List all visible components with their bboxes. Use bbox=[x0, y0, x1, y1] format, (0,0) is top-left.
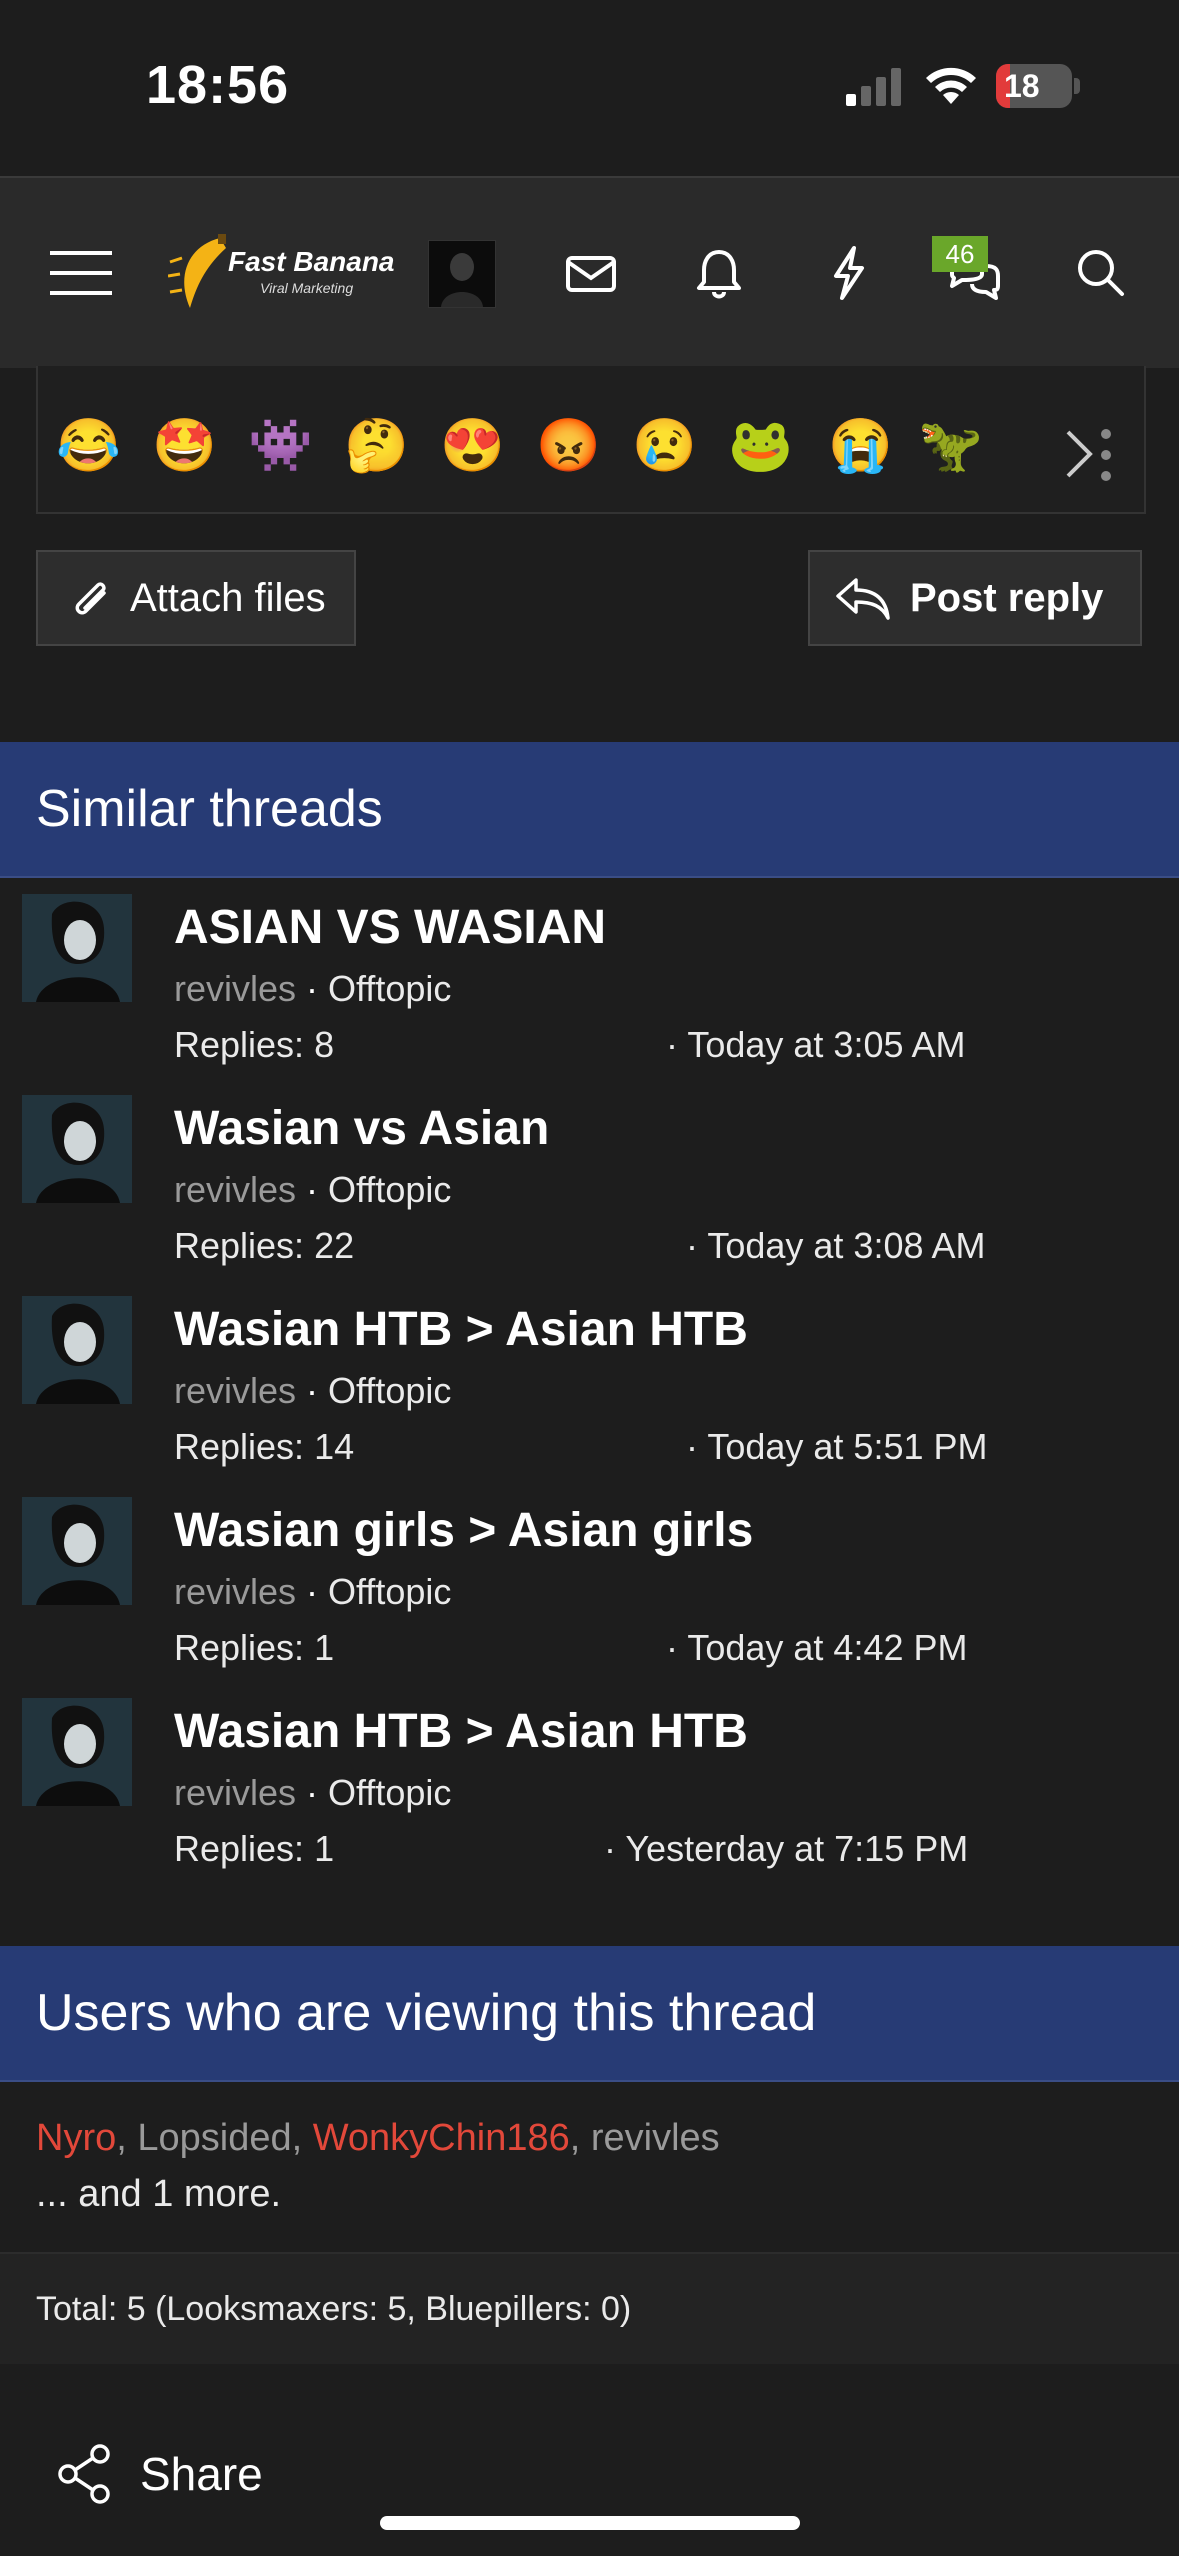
thread-meta: revivles · Offtopic bbox=[174, 1571, 452, 1612]
viewers-total-bar: Total: 5 (Looksmaxers: 5, Bluepillers: 0… bbox=[0, 2254, 1179, 2364]
paperclip-icon bbox=[75, 582, 106, 615]
chevron-right-icon[interactable] bbox=[1058, 426, 1098, 482]
inbox-icon[interactable] bbox=[556, 238, 626, 308]
thread-row[interactable]: Wasian HTB > Asian HTB revivles · Offtop… bbox=[0, 1684, 1179, 1884]
reply-arrow-icon bbox=[836, 578, 890, 620]
thread-title[interactable]: Wasian vs Asian bbox=[174, 1101, 549, 1156]
post-reply-label: Post reply bbox=[910, 575, 1104, 620]
emoji-monster[interactable]: 🦖 bbox=[918, 414, 983, 478]
viewing-users-line: Nyro, Lopsided, WonkyChin186, revivles bbox=[36, 2117, 720, 2159]
thread-date: · Yesterday at 7:15 PM bbox=[604, 1828, 969, 1869]
thread-date: · Today at 5:51 PM bbox=[686, 1426, 988, 1467]
thread-row[interactable]: Wasian girls > Asian girls revivles · Of… bbox=[0, 1483, 1179, 1683]
emoji-heart-eyes[interactable]: 😍 bbox=[440, 414, 505, 478]
thread-author-avatar[interactable] bbox=[22, 894, 132, 1002]
thread-author-avatar[interactable] bbox=[22, 1698, 132, 1806]
emoji-wojak[interactable]: 😭 bbox=[828, 414, 893, 478]
thread-date: · Today at 3:05 AM bbox=[666, 1024, 966, 1065]
emoji-pepe[interactable]: 🐸 bbox=[728, 414, 793, 478]
more-vertical-icon[interactable] bbox=[1100, 428, 1112, 482]
thread-title[interactable]: Wasian HTB > Asian HTB bbox=[174, 1704, 748, 1759]
post-reply-button[interactable]: Post reply bbox=[808, 550, 1142, 646]
share-button[interactable]: Share bbox=[56, 2444, 263, 2504]
thread-date: · Today at 3:08 AM bbox=[686, 1225, 986, 1266]
share-label: Share bbox=[140, 2448, 263, 2500]
thread-replies: Replies: 8 bbox=[174, 1024, 335, 1065]
user-avatar[interactable] bbox=[428, 240, 496, 308]
thread-replies: Replies: 1 bbox=[174, 1828, 335, 1869]
thread-forum[interactable]: Offtopic bbox=[328, 1370, 451, 1411]
thread-replies: Replies: 14 bbox=[174, 1426, 355, 1467]
viewer-username[interactable]: Lopsided bbox=[137, 2117, 291, 2159]
attach-files-button[interactable]: Attach files bbox=[36, 550, 356, 646]
thread-author-avatar[interactable] bbox=[22, 1497, 132, 1605]
thread-forum[interactable]: Offtopic bbox=[328, 1571, 451, 1612]
search-icon[interactable] bbox=[1066, 238, 1136, 308]
thread-row[interactable]: ASIAN VS WASIAN revivles · Offtopic Repl… bbox=[0, 880, 1179, 1080]
menu-icon[interactable] bbox=[46, 238, 116, 308]
thread-author[interactable]: revivles bbox=[174, 968, 296, 1009]
thread-title[interactable]: Wasian HTB > Asian HTB bbox=[174, 1302, 748, 1357]
thread-row[interactable]: Wasian vs Asian revivles · Offtopic Repl… bbox=[0, 1081, 1179, 1281]
thread-forum[interactable]: Offtopic bbox=[328, 1169, 451, 1210]
wifi-icon bbox=[926, 67, 976, 104]
emoji-rage[interactable]: 😡 bbox=[536, 414, 601, 478]
chats-count-badge[interactable]: 46 bbox=[932, 236, 988, 272]
thread-meta: revivles · Offtopic bbox=[174, 1370, 452, 1411]
thread-replies: Replies: 1 bbox=[174, 1627, 335, 1668]
viewer-username[interactable]: Nyro bbox=[36, 2117, 116, 2159]
thread-author-avatar[interactable] bbox=[22, 1296, 132, 1404]
thread-row[interactable]: Wasian HTB > Asian HTB revivles · Offtop… bbox=[0, 1282, 1179, 1482]
thread-author[interactable]: revivles bbox=[174, 1772, 296, 1813]
thread-title[interactable]: Wasian girls > Asian girls bbox=[174, 1503, 753, 1558]
status-time: 18:56 bbox=[146, 55, 290, 115]
thread-forum[interactable]: Offtopic bbox=[328, 968, 451, 1009]
battery-level: 18 bbox=[1004, 68, 1040, 104]
forum-navbar: Fast Banana Viral Marketing 46 bbox=[0, 176, 1179, 368]
users-viewing-heading: Users who are viewing this thread bbox=[0, 1946, 1179, 2082]
thread-meta: revivles · Offtopic bbox=[174, 1169, 452, 1210]
emoji-purple-blob[interactable]: 👾 bbox=[248, 414, 313, 478]
home-indicator[interactable] bbox=[380, 2516, 800, 2530]
similar-threads-heading: Similar threads bbox=[0, 742, 1179, 878]
thread-forum[interactable]: Offtopic bbox=[328, 1772, 451, 1813]
viewing-users-list: Nyro, Lopsided, WonkyChin186, revivles .… bbox=[36, 2110, 720, 2222]
thread-meta: revivles · Offtopic bbox=[174, 968, 452, 1009]
status-bar: 18:56 18 bbox=[0, 0, 1179, 176]
thread-date: · Today at 4:42 PM bbox=[666, 1627, 968, 1668]
logo-title: Fast Banana bbox=[228, 246, 395, 277]
thread-author[interactable]: revivles bbox=[174, 1370, 296, 1411]
site-logo[interactable]: Fast Banana Viral Marketing bbox=[167, 228, 398, 318]
thread-author[interactable]: revivles bbox=[174, 1571, 296, 1612]
thread-title[interactable]: ASIAN VS WASIAN bbox=[174, 900, 606, 955]
thread-meta: revivles · Offtopic bbox=[174, 1772, 452, 1813]
whats-new-bolt-icon[interactable] bbox=[814, 238, 884, 308]
share-icon bbox=[58, 2444, 110, 2504]
battery-indicator: 18 bbox=[996, 64, 1080, 108]
emoji-picker-bar: 😂 🤩 👾 🤔 😍 😡 😢 🐸 😭 🦖 bbox=[36, 366, 1146, 514]
viewer-username[interactable]: WonkyChin186 bbox=[313, 2117, 570, 2159]
thread-author[interactable]: revivles bbox=[174, 1169, 296, 1210]
emoji-cry[interactable]: 😢 bbox=[632, 414, 697, 478]
emoji-thinking[interactable]: 🤔 bbox=[344, 414, 409, 478]
thread-author-avatar[interactable] bbox=[22, 1095, 132, 1203]
emoji-joy[interactable]: 😂 bbox=[56, 414, 121, 478]
viewers-total: Total: 5 (Looksmaxers: 5, Bluepillers: 0… bbox=[36, 2290, 632, 2328]
cellular-signal-icon bbox=[846, 68, 901, 106]
viewer-username[interactable]: revivles bbox=[591, 2117, 720, 2159]
viewers-more-text: ... and 1 more. bbox=[36, 2173, 282, 2215]
attach-files-label: Attach files bbox=[130, 575, 326, 620]
logo-subtitle: Viral Marketing bbox=[260, 280, 354, 296]
notifications-bell-icon[interactable] bbox=[684, 238, 754, 308]
emoji-star-struck[interactable]: 🤩 bbox=[152, 414, 217, 478]
thread-replies: Replies: 22 bbox=[174, 1225, 355, 1266]
